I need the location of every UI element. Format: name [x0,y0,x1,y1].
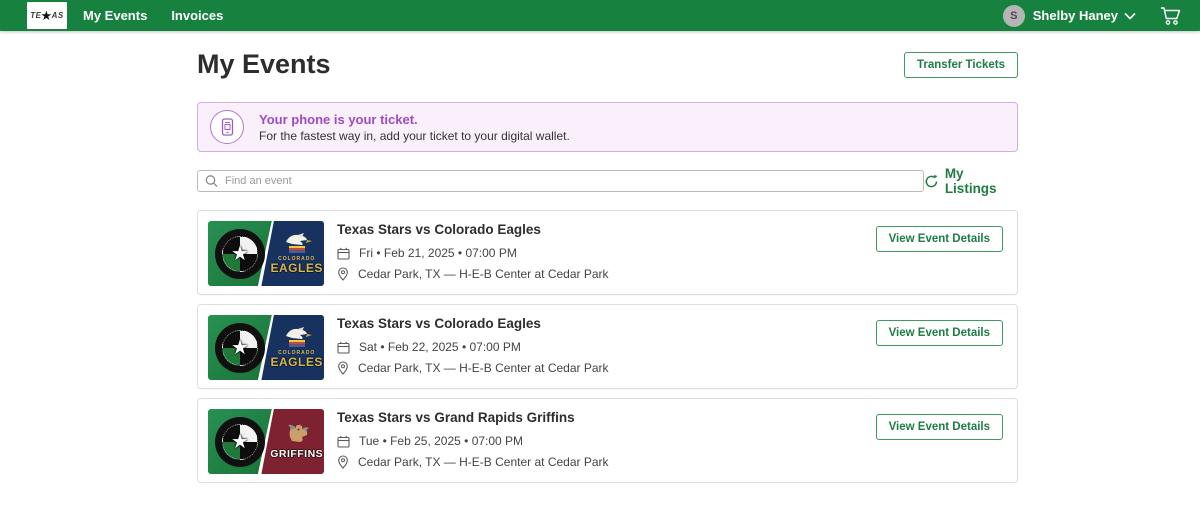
event-datetime-row: Fri • Feb 21, 2025 • 07:00 PM [337,246,609,260]
search-row: My Listings [197,166,1018,196]
search-icon [205,175,218,188]
eagle-icon [280,232,314,254]
search-input[interactable] [197,170,924,192]
nav-my-events[interactable]: My Events [83,8,147,23]
my-listings-label: My Listings [945,166,1018,196]
star-icon: ★ [231,432,249,452]
star-icon: ★ [231,244,249,264]
search-wrap [197,170,924,192]
notice-text: Your phone is your ticket. For the faste… [259,112,570,143]
texas-stars-logo: ★ [215,323,265,373]
event-info: Texas Stars vs Grand Rapids Griffins Tue… [337,409,609,472]
event-location: Cedar Park, TX — H-E-B Center at Cedar P… [358,361,609,375]
brand-wordmark: TE★AS [30,9,64,22]
calendar-icon [337,247,350,260]
main-content: My Events Transfer Tickets Your phone is… [197,49,1018,483]
eagle-icon [280,326,314,348]
event-card: GRIFFINS ★ Texas Stars vs Grand Rapids G… [197,398,1018,483]
refresh-icon [924,174,939,189]
event-title[interactable]: Texas Stars vs Colorado Eagles [337,222,609,237]
brand-logo[interactable]: TE★AS [27,2,67,29]
texas-stars-logo: ★ [215,417,265,467]
event-datetime-row: Sat • Feb 22, 2025 • 07:00 PM [337,340,609,354]
nav-invoices[interactable]: Invoices [171,8,223,23]
event-location: Cedar Park, TX — H-E-B Center at Cedar P… [358,267,609,281]
event-datetime-row: Tue • Feb 25, 2025 • 07:00 PM [337,434,609,448]
page-title: My Events [197,49,331,80]
view-event-details-button[interactable]: View Event Details [876,320,1003,346]
event-location-row: Cedar Park, TX — H-E-B Center at Cedar P… [337,361,609,375]
star-icon: ★ [231,338,249,358]
calendar-icon [337,435,350,448]
phone-icon [210,110,244,144]
app-header: TE★AS My Events Invoices S Shelby Haney [0,0,1200,31]
event-thumbnail[interactable]: COLORADO EAGLES ★ [208,315,324,380]
opponent-name-label: EAGLES [271,356,323,369]
event-title[interactable]: Texas Stars vs Grand Rapids Griffins [337,410,609,425]
cart-icon[interactable] [1160,6,1182,26]
griffin-icon [282,423,312,449]
location-pin-icon [337,455,349,469]
texas-stars-logo: ★ [215,229,265,279]
event-location-row: Cedar Park, TX — H-E-B Center at Cedar P… [337,267,609,281]
notice-subtitle: For the fastest way in, add your ticket … [259,129,570,143]
location-pin-icon [337,267,349,281]
title-row: My Events Transfer Tickets [197,49,1018,80]
event-info: Texas Stars vs Colorado Eagles Sat • Feb… [337,315,609,378]
event-datetime: Fri • Feb 21, 2025 • 07:00 PM [359,246,517,260]
chevron-down-icon[interactable] [1124,12,1136,20]
event-title[interactable]: Texas Stars vs Colorado Eagles [337,316,609,331]
event-location-row: Cedar Park, TX — H-E-B Center at Cedar P… [337,455,609,469]
header-right: S Shelby Haney [1003,5,1182,27]
event-datetime: Tue • Feb 25, 2025 • 07:00 PM [359,434,523,448]
event-thumbnail[interactable]: GRIFFINS ★ [208,409,324,474]
opponent-name-label: EAGLES [271,262,323,275]
user-name[interactable]: Shelby Haney [1033,8,1118,23]
event-info: Texas Stars vs Colorado Eagles Fri • Feb… [337,221,609,284]
view-event-details-button[interactable]: View Event Details [876,226,1003,252]
event-thumbnail[interactable]: COLORADO EAGLES ★ [208,221,324,286]
event-location: Cedar Park, TX — H-E-B Center at Cedar P… [358,455,609,469]
event-card: COLORADO EAGLES ★ Texas Stars vs Colorad… [197,210,1018,295]
calendar-icon [337,341,350,354]
location-pin-icon [337,361,349,375]
event-datetime: Sat • Feb 22, 2025 • 07:00 PM [359,340,521,354]
my-listings-link[interactable]: My Listings [924,166,1018,196]
user-avatar[interactable]: S [1003,5,1025,27]
phone-ticket-notice: Your phone is your ticket. For the faste… [197,102,1018,152]
event-list: COLORADO EAGLES ★ Texas Stars vs Colorad… [197,210,1018,483]
notice-title: Your phone is your ticket. [259,112,570,127]
transfer-tickets-button[interactable]: Transfer Tickets [904,52,1018,78]
event-card: COLORADO EAGLES ★ Texas Stars vs Colorad… [197,304,1018,389]
opponent-name-label: GRIFFINS [270,449,323,461]
view-event-details-button[interactable]: View Event Details [876,414,1003,440]
